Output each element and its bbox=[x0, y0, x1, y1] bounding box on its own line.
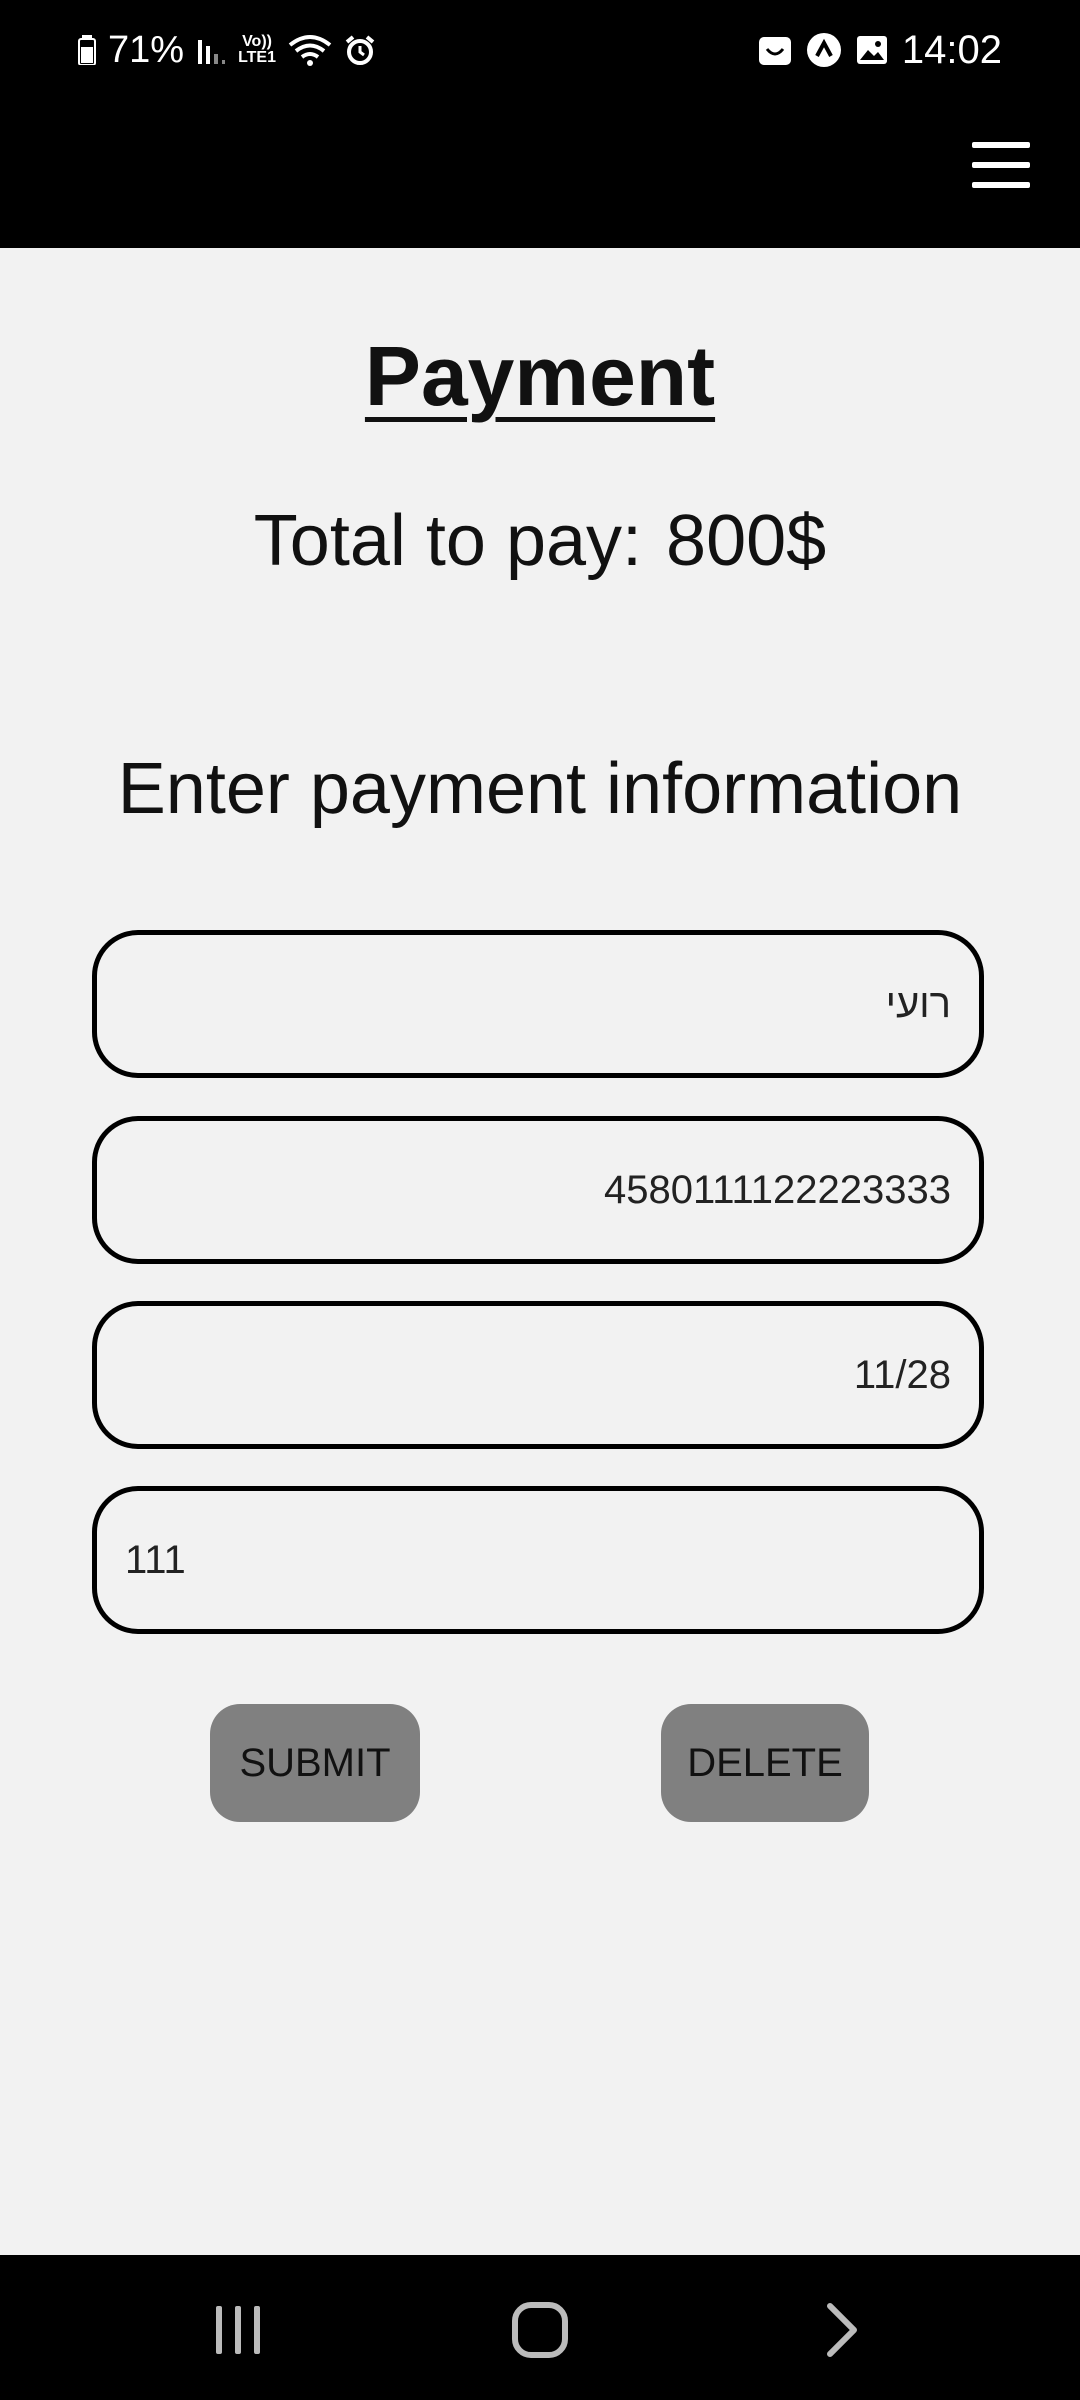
menu-line bbox=[972, 162, 1030, 168]
menu-line bbox=[972, 142, 1030, 148]
signal-icon bbox=[196, 34, 226, 66]
app-bar bbox=[0, 100, 1080, 248]
menu-line bbox=[972, 182, 1030, 188]
expiry-date-input[interactable] bbox=[92, 1301, 984, 1449]
page-title: Payment bbox=[364, 329, 716, 423]
home-icon[interactable] bbox=[500, 2295, 580, 2365]
status-bar-left: 71% Vo)) LTE1 bbox=[78, 22, 376, 78]
card-number-input[interactable] bbox=[92, 1116, 984, 1264]
total-to-pay: Total to pay: 800$ bbox=[0, 500, 1080, 582]
total-amount: 800$ bbox=[666, 501, 827, 581]
hamburger-menu-icon[interactable] bbox=[972, 142, 1030, 188]
battery-icon bbox=[78, 35, 96, 65]
delete-button[interactable]: DELETE bbox=[661, 1704, 869, 1822]
status-bar: 71% Vo)) LTE1 14:02 bbox=[0, 0, 1080, 100]
recent-apps-icon[interactable] bbox=[198, 2295, 278, 2365]
alarm-icon bbox=[344, 34, 376, 66]
volte-icon: Vo)) LTE1 bbox=[238, 33, 276, 66]
app-icon bbox=[806, 32, 842, 68]
back-icon[interactable] bbox=[802, 2295, 882, 2365]
submit-button[interactable]: SUBMIT bbox=[210, 1704, 420, 1822]
gallery-icon bbox=[856, 35, 888, 65]
wifi-icon bbox=[288, 33, 332, 67]
shop-icon bbox=[758, 33, 792, 67]
total-label: Total to pay: bbox=[253, 501, 643, 581]
clock-time: 14:02 bbox=[901, 27, 1002, 72]
cvv-input[interactable] bbox=[92, 1486, 984, 1634]
battery-percentage: 71% bbox=[108, 28, 185, 71]
section-title: Enter payment information bbox=[117, 749, 963, 829]
name-input[interactable] bbox=[92, 930, 984, 1078]
navigation-bar bbox=[0, 2255, 1080, 2400]
status-bar-right: 14:02 bbox=[758, 22, 1002, 78]
